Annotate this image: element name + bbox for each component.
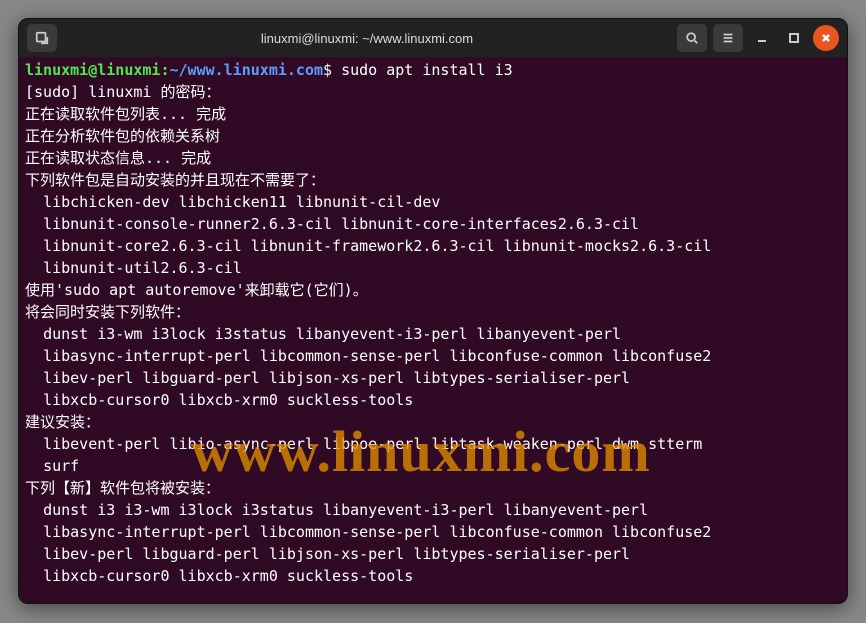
output-line: libchicken-dev libchicken11 libnunit-cil… — [25, 193, 440, 211]
output-line: 正在读取软件包列表... 完成 — [25, 105, 226, 123]
output-line: libnunit-util2.6.3-cil — [25, 259, 242, 277]
output-line: libevent-perl libio-async-perl libpoe-pe… — [25, 435, 702, 453]
titlebar: linuxmi@linuxmi: ~/www.linuxmi.com — [19, 19, 847, 57]
output-line: libxcb-cursor0 libxcb-xrm0 suckless-tool… — [25, 391, 413, 409]
output-line: dunst i3-wm i3lock i3status libanyevent-… — [25, 325, 621, 343]
prompt-colon: : — [160, 61, 169, 79]
command-text: sudo apt install i3 — [332, 61, 513, 79]
output-line: libnunit-console-runner2.6.3-cil libnuni… — [25, 215, 639, 233]
output-line: 建议安装： — [25, 413, 100, 431]
output-line: libnunit-core2.6.3-cil libnunit-framewor… — [25, 237, 711, 255]
new-tab-button[interactable] — [27, 24, 57, 52]
output-line: [sudo] linuxmi 的密码： — [25, 83, 220, 101]
close-button[interactable] — [813, 25, 839, 51]
output-line: 下列软件包是自动安装的并且现在不需要了： — [25, 171, 325, 189]
output-line: 正在分析软件包的依赖关系树 — [25, 127, 220, 145]
terminal-window: linuxmi@linuxmi: ~/www.linuxmi.com linux… — [18, 18, 848, 604]
output-line: 正在读取状态信息... 完成 — [25, 149, 211, 167]
output-line: 使用'sudo apt autoremove'来卸载它(它们)。 — [25, 281, 368, 299]
output-line: libxcb-cursor0 libxcb-xrm0 suckless-tool… — [25, 567, 413, 585]
menu-button[interactable] — [713, 24, 743, 52]
search-button[interactable] — [677, 24, 707, 52]
output-line: libev-perl libguard-perl libjson-xs-perl… — [25, 545, 630, 563]
prompt-dollar: $ — [323, 61, 332, 79]
output-line: libasync-interrupt-perl libcommon-sense-… — [25, 523, 711, 541]
minimize-button[interactable] — [749, 25, 775, 51]
output-line: 下列【新】软件包将被安装： — [25, 479, 220, 497]
output-line: libasync-interrupt-perl libcommon-sense-… — [25, 347, 711, 365]
prompt-user-host: linuxmi@linuxmi — [25, 61, 160, 79]
output-line: libev-perl libguard-perl libjson-xs-perl… — [25, 369, 630, 387]
output-line: 将会同时安装下列软件： — [25, 303, 190, 321]
maximize-button[interactable] — [781, 25, 807, 51]
prompt-path: ~/www.linuxmi.com — [170, 61, 324, 79]
terminal-content[interactable]: linuxmi@linuxmi:~/www.linuxmi.com$ sudo … — [19, 57, 847, 603]
output-line: surf — [25, 457, 79, 475]
output-line: dunst i3 i3-wm i3lock i3status libanyeve… — [25, 501, 648, 519]
window-title: linuxmi@linuxmi: ~/www.linuxmi.com — [61, 31, 673, 46]
